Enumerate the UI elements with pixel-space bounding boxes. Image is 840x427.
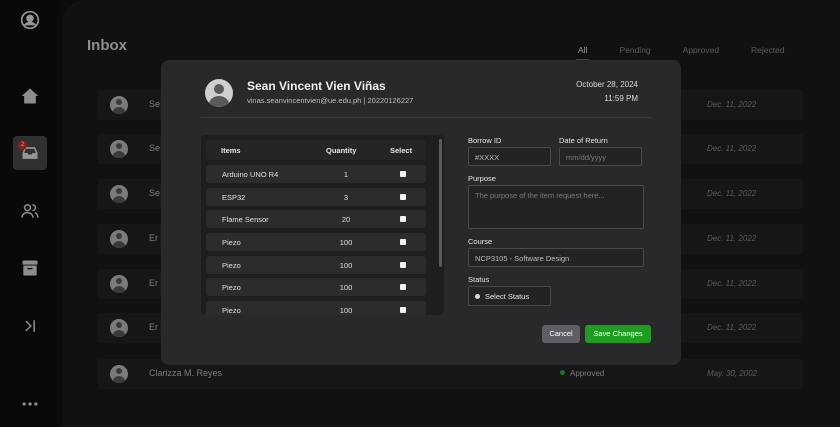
item-name: Flame Sensor <box>222 215 269 224</box>
status-select-label: Select Status <box>485 292 530 301</box>
items-table: Items Quantity Select Arduino UNO R4 1 E… <box>201 135 444 315</box>
select-checkbox[interactable] <box>400 262 406 268</box>
app-root: 2 Inbox All Pending Approved Rejected Se… <box>0 0 840 427</box>
item-quantity: 100 <box>339 261 353 270</box>
item-quantity: 100 <box>339 238 353 247</box>
avatar <box>205 79 233 107</box>
purpose-field[interactable]: The purpose of the item request here... <box>468 185 644 229</box>
select-checkbox[interactable] <box>400 284 406 290</box>
item-quantity: 100 <box>339 283 353 292</box>
course-label: Course <box>468 237 493 246</box>
table-row: ESP32 3 <box>206 188 426 206</box>
table-row: Flame Sensor 20 <box>206 210 426 228</box>
header-items: Items <box>221 146 241 155</box>
item-name: Piezo <box>222 261 241 270</box>
table-scrollbar[interactable] <box>439 139 442 267</box>
return-date-label: Date of Return <box>559 136 608 145</box>
status-dot <box>475 294 480 299</box>
select-checkbox[interactable] <box>400 171 406 177</box>
select-checkbox[interactable] <box>400 239 406 245</box>
borrow-id-field[interactable]: #XXXX <box>468 147 551 166</box>
select-checkbox[interactable] <box>400 216 406 222</box>
header-select: Select <box>390 146 413 155</box>
request-time: 11:59 PM <box>604 94 638 103</box>
select-checkbox[interactable] <box>400 194 406 200</box>
item-quantity: 3 <box>343 193 349 202</box>
item-name: Arduino UNO R4 <box>222 170 279 179</box>
request-details-modal: Sean Vincent Vien Viñas vinas.seanvincen… <box>161 60 681 365</box>
table-row: Piezo 100 <box>206 301 426 315</box>
request-date: October 28, 2024 <box>576 80 638 89</box>
item-quantity: 100 <box>339 306 353 315</box>
status-label: Status <box>468 275 490 284</box>
table-row: Arduino UNO R4 1 <box>206 165 426 183</box>
requester-email-id: vinas.seanvincentvien@ue.edu.ph | 202201… <box>247 96 414 105</box>
item-name: Piezo <box>222 306 241 315</box>
course-field[interactable]: NCP3105 - Software Design <box>468 248 644 267</box>
item-quantity: 20 <box>341 215 351 224</box>
purpose-label: Purpose <box>468 174 496 183</box>
table-header: Items Quantity Select <box>206 140 426 160</box>
item-name: Piezo <box>222 238 241 247</box>
select-checkbox[interactable] <box>400 307 406 313</box>
return-date-field[interactable]: mm/dd/yyyy <box>559 147 642 166</box>
item-name: Piezo <box>222 283 241 292</box>
cancel-button[interactable]: Cancel <box>542 325 580 343</box>
save-changes-button[interactable]: Save Changes <box>585 325 651 343</box>
table-row: Piezo 100 <box>206 256 426 274</box>
item-name: ESP32 <box>222 193 246 202</box>
table-row: Piezo 100 <box>206 233 426 251</box>
table-row: Piezo 100 <box>206 278 426 296</box>
header-quantity: Quantity <box>326 146 357 155</box>
requester-name: Sean Vincent Vien Viñas <box>247 79 386 93</box>
borrow-id-label: Borrow ID <box>468 136 502 145</box>
divider <box>201 117 651 118</box>
item-quantity: 1 <box>343 170 349 179</box>
status-select[interactable]: Select Status <box>468 286 551 306</box>
